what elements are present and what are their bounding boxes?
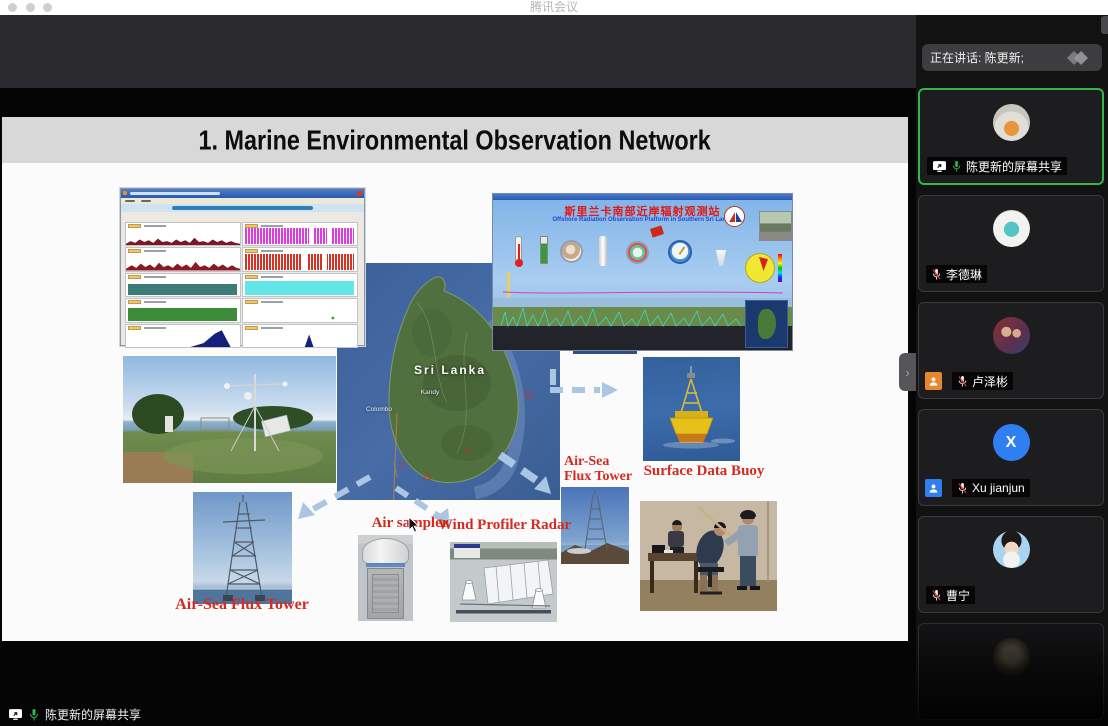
embedded-app-icon	[123, 191, 127, 195]
avatar	[993, 104, 1030, 141]
sensor-cylinder-icon	[599, 236, 607, 266]
participant-name-tag: 陈更新的屏幕共享	[927, 157, 1067, 175]
mic-icon-live	[28, 708, 40, 722]
avatar: X	[993, 424, 1030, 461]
window-title: 腾讯会议	[0, 0, 1108, 15]
embedded-status-row	[121, 212, 364, 221]
scroll-indicator	[1101, 16, 1108, 34]
mini-chart-grid	[121, 221, 364, 349]
slide-title-banner: 1. Marine Environmental Observation Netw…	[2, 117, 908, 163]
role-badge	[925, 372, 942, 390]
people-working-photo	[640, 501, 777, 611]
caption-flux-tower-left: Air-Sea Flux Tower	[152, 596, 332, 614]
wind-profiler-radar-photo	[450, 542, 557, 622]
embedded-close-icon	[357, 191, 362, 196]
participant-tile[interactable]	[918, 623, 1104, 720]
mic-icon-muted	[957, 375, 968, 388]
rain-gauge-icon	[540, 236, 548, 264]
wind-rose	[745, 253, 775, 283]
participant-name-tag: 卢泽彬	[952, 372, 1013, 390]
double-diamond-icon	[1060, 48, 1094, 68]
dashboard-subtitle: Offshore Radiation Observation Platform …	[493, 217, 792, 223]
participant-tile[interactable]: 陈更新的屏幕共享	[918, 88, 1104, 185]
participant-name-tag: 李德琳	[926, 265, 987, 283]
avatar-letter	[993, 210, 1030, 247]
mouse-cursor	[408, 516, 420, 533]
role-badge	[925, 479, 942, 497]
person-icon	[928, 483, 939, 494]
map-label-sri-lanka: Sri Lanka	[400, 363, 500, 377]
person-icon	[928, 376, 939, 387]
participant-tile-list: 陈更新的屏幕共享 李德琳 卢泽彬 X	[918, 88, 1106, 726]
instrument-box-icon	[650, 225, 664, 237]
avatar-letter	[993, 531, 1030, 568]
participant-name: 曹宁	[946, 587, 970, 604]
participant-name-tag: Xu jianjun	[952, 479, 1030, 497]
avatar	[993, 531, 1030, 568]
participant-tile[interactable]: 曹宁	[918, 516, 1104, 613]
embedded-window-titlebar	[493, 194, 792, 200]
mic-icon-live	[951, 160, 962, 173]
presentation-slide: 1. Marine Environmental Observation Netw…	[2, 117, 908, 641]
sidebar-collapse-handle[interactable]: ›	[899, 353, 916, 391]
participant-tile[interactable]: 李德琳	[918, 195, 1104, 292]
caption-surface-buoy: Surface Data Buoy	[634, 463, 774, 480]
map-label-kandy: Kandy	[410, 389, 450, 396]
mic-icon-muted	[931, 589, 942, 602]
participant-name-tag: 曹宁	[926, 586, 975, 604]
slide-title: 1. Marine Environmental Observation Netw…	[199, 123, 711, 156]
caption-wind-profiler: Wind Profiler Radar	[432, 517, 577, 534]
funnel-icon	[716, 250, 726, 266]
color-dial-gauge-icon	[626, 241, 649, 264]
now-speaking-banner: 正在讲话: 陈更新;	[922, 44, 1102, 71]
participant-name: 李德琳	[946, 266, 982, 283]
flux-tower-photo-left	[193, 492, 292, 604]
map-label-colombo: Colombo	[354, 406, 404, 413]
weather-station-photo	[123, 356, 336, 483]
caption-flux-tower-right: Air-Sea Flux Tower	[564, 455, 638, 484]
mic-icon-muted	[931, 268, 942, 281]
avatar-letter	[993, 638, 1030, 675]
avatar	[993, 638, 1030, 675]
now-speaking-text: 正在讲话: 陈更新;	[930, 49, 1060, 66]
data-trace-overlay	[493, 286, 793, 351]
screen-share-status-pill: 陈更新的屏幕共享	[3, 704, 149, 725]
embedded-window-titlebar	[121, 189, 364, 198]
macos-titlebar: 腾讯会议	[0, 0, 1108, 15]
weather-data-window-screenshot	[120, 188, 365, 346]
shared-screen-area: 1. Marine Environmental Observation Netw…	[0, 15, 916, 726]
participant-name: 陈更新的屏幕共享	[966, 158, 1062, 175]
chevron-right-icon: ›	[905, 365, 909, 380]
participant-tile[interactable]: X Xu jianjun	[918, 409, 1104, 506]
avatar-letter	[993, 104, 1030, 141]
participant-name: 卢泽彬	[972, 373, 1008, 390]
air-sampler-photo	[358, 535, 413, 621]
participant-name: Xu jianjun	[972, 481, 1025, 495]
meeting-top-band	[0, 15, 916, 88]
embedded-infobar	[121, 204, 364, 212]
share-label: 陈更新的屏幕共享	[45, 706, 141, 723]
clock-gauge-icon	[668, 240, 692, 264]
color-legend-bar	[778, 254, 782, 282]
participant-tile[interactable]: 卢泽彬	[918, 302, 1104, 399]
screen-share-icon	[8, 708, 23, 721]
station-logo	[724, 206, 745, 227]
avatar-letter: X	[993, 424, 1030, 461]
avatar-letter	[993, 317, 1030, 354]
radiation-station-dashboard-screenshot: 斯里兰卡南部近岸辐射观测站 Offshore Radiation Observa…	[492, 193, 793, 351]
dial-gauge-icon	[560, 240, 583, 263]
thermometer-icon	[515, 236, 522, 262]
surface-buoy-photo	[643, 357, 740, 461]
avatar	[993, 317, 1030, 354]
mic-icon-muted	[957, 482, 968, 495]
station-photo-inset	[759, 211, 792, 241]
meeting-window: 腾讯会议 1. Marine Environmental Observation…	[0, 0, 1108, 726]
participants-sidebar: 正在讲话: 陈更新; 陈更新的屏幕共享 李德琳	[916, 15, 1108, 726]
avatar	[993, 210, 1030, 247]
screen-share-icon	[932, 160, 947, 173]
